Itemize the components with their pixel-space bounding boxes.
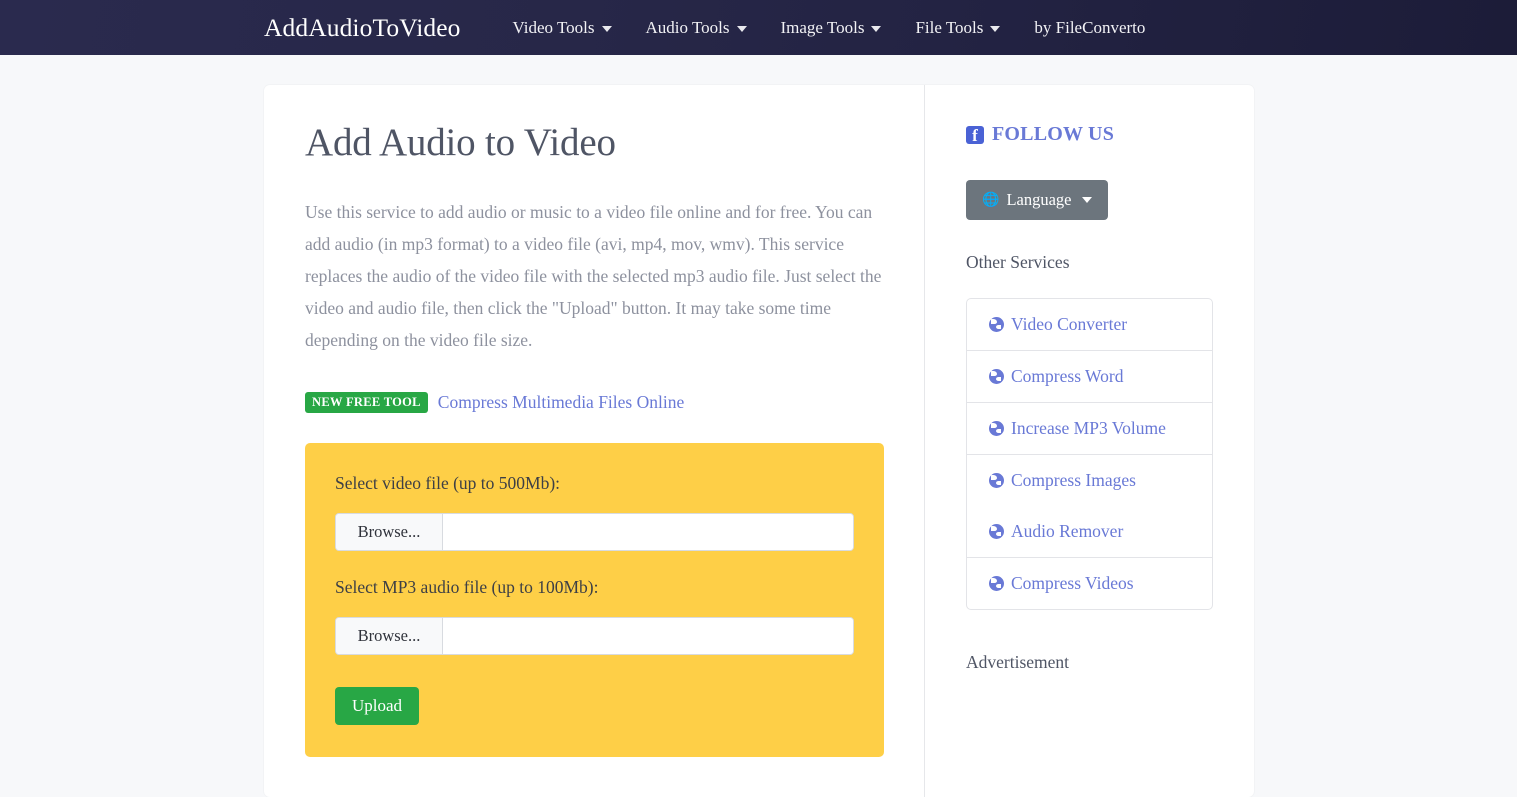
- page-wrapper: Add Audio to Video Use this service to a…: [0, 55, 1517, 797]
- service-group: Compress Images Audio Remover: [967, 455, 1212, 558]
- chevron-down-icon: [736, 25, 747, 32]
- language-dropdown-button[interactable]: 🌐 Language: [966, 180, 1108, 220]
- globe-icon: [989, 576, 1004, 591]
- facebook-icon[interactable]: f: [966, 125, 984, 144]
- compress-multimedia-link[interactable]: Compress Multimedia Files Online: [438, 392, 684, 413]
- intro-paragraph: Use this service to add audio or music t…: [305, 201, 882, 350]
- audio-file-input[interactable]: Browse...: [335, 616, 854, 655]
- chevron-down-icon: [601, 25, 612, 32]
- service-item-compress-videos[interactable]: Compress Videos: [967, 558, 1212, 609]
- service-label: Compress Images: [1011, 470, 1136, 490]
- nav-item-label: Video Tools: [512, 17, 595, 37]
- video-file-label: Select video file (up to 500Mb):: [335, 472, 561, 493]
- service-item-increase-mp3-volume[interactable]: Increase MP3 Volume: [967, 403, 1212, 454]
- other-services-title: Other Services: [966, 252, 1070, 272]
- new-tool-promo: NEW FREE TOOL Compress Multimedia Files …: [305, 392, 884, 413]
- nav-links: Video Tools Audio Tools Image Tools File…: [496, 14, 1163, 42]
- nav-item-label: Image Tools: [780, 17, 865, 37]
- service-item-compress-word[interactable]: Compress Word: [967, 351, 1212, 402]
- service-group: Increase MP3 Volume: [967, 403, 1212, 455]
- new-free-tool-badge: NEW FREE TOOL: [305, 392, 428, 413]
- main-column: Add Audio to Video Use this service to a…: [264, 85, 924, 797]
- brand-logo[interactable]: AddAudioToVideo: [264, 13, 461, 43]
- service-item-video-converter[interactable]: Video Converter: [967, 299, 1212, 350]
- service-group: Compress Word: [967, 351, 1212, 403]
- globe-icon: [989, 421, 1004, 436]
- globe-icon: [989, 524, 1004, 539]
- upload-form: Select video file (up to 500Mb): Browse.…: [305, 442, 884, 757]
- globe-icon: [989, 369, 1004, 384]
- service-item-audio-remover[interactable]: Audio Remover: [967, 506, 1212, 557]
- globe-icon: [989, 317, 1004, 332]
- audio-browse-button[interactable]: Browse...: [336, 617, 443, 654]
- nav-item-label: File Tools: [915, 17, 984, 37]
- top-navbar: AddAudioToVideo Video Tools Audio Tools …: [0, 0, 1517, 55]
- nav-item-label: Audio Tools: [645, 17, 730, 37]
- advertisement-label: Advertisement: [966, 652, 1070, 672]
- audio-file-label: Select MP3 audio file (up to 100Mb):: [335, 576, 599, 597]
- service-item-compress-images[interactable]: Compress Images: [967, 455, 1212, 506]
- chevron-down-icon: [1081, 197, 1092, 203]
- service-label: Video Converter: [1011, 314, 1128, 334]
- video-file-input[interactable]: Browse...: [335, 512, 854, 551]
- upload-button[interactable]: Upload: [335, 686, 420, 725]
- globe-icon: 🌐: [982, 192, 1000, 208]
- nav-item-label: by FileConverto: [1034, 17, 1146, 37]
- globe-icon: [989, 473, 1004, 488]
- service-group: Compress Videos: [967, 558, 1212, 609]
- video-filename-display: [443, 513, 853, 550]
- chevron-down-icon: [871, 25, 882, 32]
- sidebar-column: f FOLLOW US 🌐 Language Other Services Vi…: [924, 85, 1254, 797]
- content-card: Add Audio to Video Use this service to a…: [264, 85, 1254, 797]
- nav-item-image-tools[interactable]: Image Tools: [764, 14, 899, 42]
- page-title: Add Audio to Video: [305, 121, 616, 164]
- nav-item-file-tools[interactable]: File Tools: [898, 14, 1017, 42]
- nav-item-audio-tools[interactable]: Audio Tools: [629, 14, 764, 42]
- service-label: Audio Remover: [1011, 521, 1124, 541]
- video-browse-button[interactable]: Browse...: [336, 513, 443, 550]
- service-label: Increase MP3 Volume: [1011, 418, 1166, 438]
- other-services-list: Video Converter Compress Word Increase M…: [966, 298, 1213, 610]
- chevron-down-icon: [990, 25, 1001, 32]
- nav-item-by-fileconverto[interactable]: by FileConverto: [1017, 14, 1162, 42]
- follow-us-label: FOLLOW US: [992, 123, 1115, 145]
- follow-us-header: f FOLLOW US: [966, 123, 1213, 146]
- nav-item-video-tools[interactable]: Video Tools: [496, 14, 629, 42]
- audio-filename-display: [443, 617, 853, 654]
- service-label: Compress Word: [1011, 366, 1124, 386]
- language-button-label: Language: [1006, 190, 1072, 209]
- service-group: Video Converter: [967, 299, 1212, 351]
- service-label: Compress Videos: [1011, 573, 1134, 593]
